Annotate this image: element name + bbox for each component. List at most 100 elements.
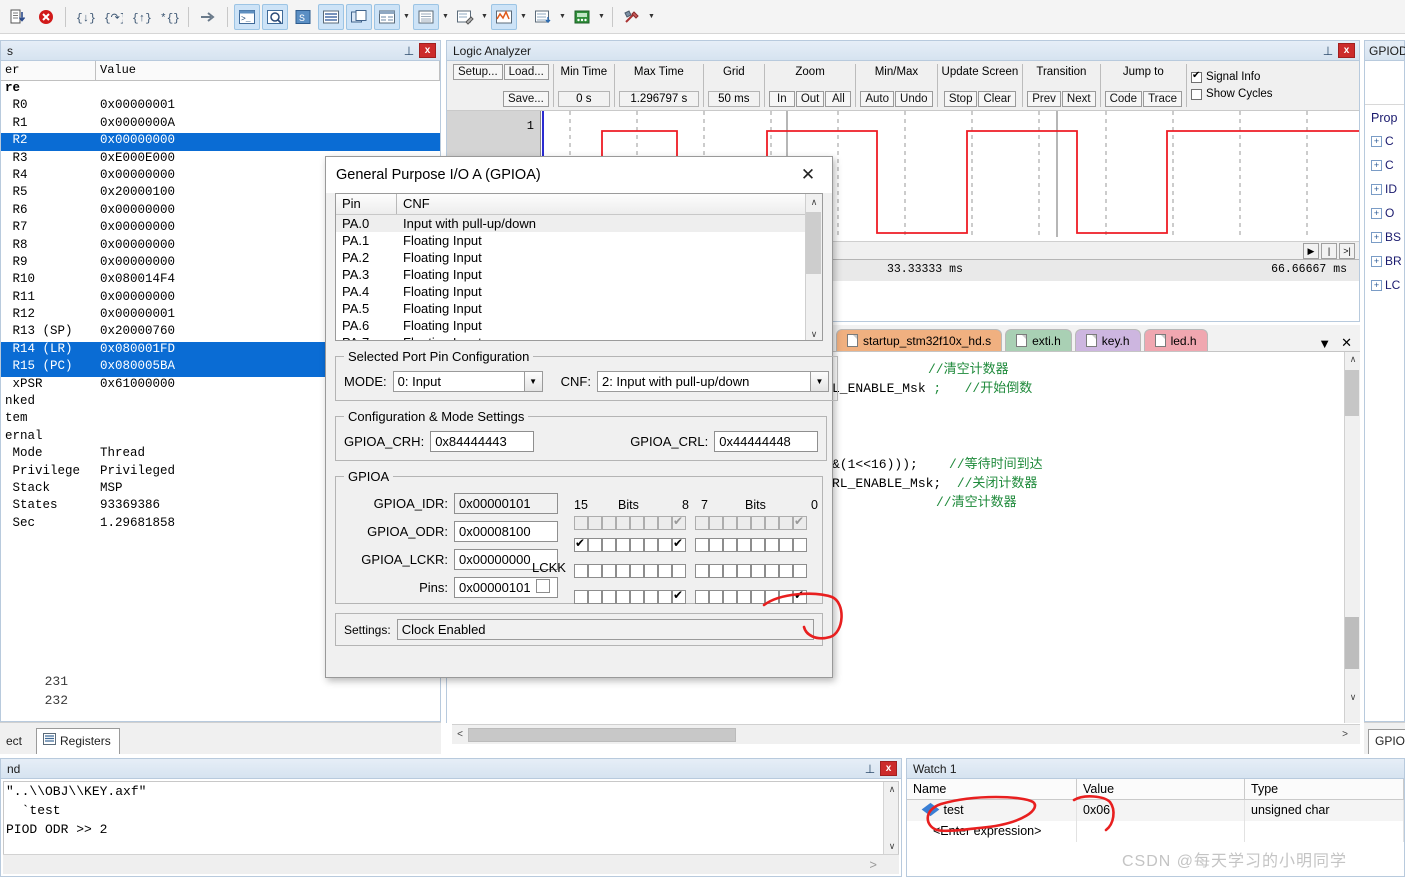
expand-plus-icon[interactable]: + (1371, 135, 1382, 147)
bit-checkbox[interactable] (574, 535, 588, 552)
trace-windows-dropdown-icon[interactable]: ▼ (557, 4, 568, 30)
transition-prev-button[interactable]: Prev (1027, 91, 1061, 107)
hscroll-thumb[interactable] (468, 727, 736, 742)
setup-button[interactable]: Setup... (453, 64, 503, 80)
minmax-undo-button[interactable]: Undo (895, 91, 933, 107)
analysis-windows-dropdown-icon[interactable]: ▼ (518, 4, 529, 30)
bit-checkbox[interactable] (737, 590, 751, 604)
bit-checkbox[interactable] (616, 590, 630, 604)
analysis-windows-icon[interactable] (491, 3, 517, 30)
scroll-up-icon[interactable]: ∧ (1345, 352, 1360, 368)
save-button[interactable]: Save... (503, 91, 549, 107)
transition-next-button[interactable]: Next (1061, 91, 1096, 107)
watch-row[interactable]: <Enter expression> (907, 821, 1404, 842)
vscroll-thumb[interactable] (1345, 370, 1359, 416)
scroll-up-icon[interactable]: ∧ (806, 194, 822, 210)
watch-name-cell[interactable]: <Enter expression> (907, 821, 1077, 842)
editor-vscrollbar[interactable]: ∧ ∨ (1344, 352, 1360, 723)
bit-checkbox[interactable] (672, 587, 686, 604)
bit-checkbox[interactable] (709, 564, 723, 578)
memory-windows-icon[interactable] (413, 3, 439, 30)
watch-value-cell[interactable]: 0x06 (1077, 800, 1245, 821)
zoom-in-button[interactable]: In (768, 91, 795, 107)
close-icon[interactable]: x (1338, 43, 1355, 58)
expand-plus-icon[interactable]: + (1371, 183, 1382, 195)
bit-checkbox[interactable] (658, 538, 672, 552)
scroll-up-icon[interactable]: ∧ (884, 782, 898, 798)
update-clear-button[interactable]: Clear (978, 91, 1016, 107)
scroll-down-icon[interactable]: ∨ (806, 326, 822, 340)
editor-tab[interactable]: led.h (1143, 329, 1208, 351)
gpiod-tree-item[interactable]: + C (1365, 153, 1404, 177)
zoom-out-button[interactable]: Out (795, 91, 825, 107)
bit-checkbox[interactable] (793, 587, 807, 604)
mode-select[interactable]: 0: Input ▼ (392, 371, 543, 392)
watch-windows-dropdown-icon[interactable]: ▼ (401, 4, 412, 30)
watch-row[interactable]: test 0x06 unsigned char (907, 800, 1404, 821)
reset-cpu-icon[interactable] (5, 4, 31, 30)
chevron-down-icon[interactable]: ▼ (809, 372, 828, 391)
listing-hscrollbar[interactable]: < (452, 724, 1330, 744)
zoom-all-button[interactable]: All (825, 91, 852, 107)
pin-row[interactable]: PA.3 Floating Input (336, 266, 822, 283)
system-viewer-dropdown-icon[interactable]: ▼ (596, 4, 607, 30)
bit-checkbox[interactable] (709, 590, 723, 604)
bit-checkbox[interactable] (695, 590, 709, 604)
register-row[interactable]: R1 0x0000000A (1, 116, 440, 133)
gpiod-tree-item[interactable]: + LC (1365, 273, 1404, 297)
close-icon[interactable]: x (880, 761, 897, 776)
pin-row[interactable]: PA.4 Floating Input (336, 283, 822, 300)
tab-project[interactable]: ect (0, 730, 30, 754)
bit-checkbox[interactable] (709, 538, 723, 552)
bit-checkbox[interactable] (723, 538, 737, 552)
bit-checkbox[interactable] (588, 590, 602, 604)
bit-checkbox[interactable] (695, 538, 709, 552)
pin-row[interactable]: PA.5 Floating Input (336, 300, 822, 317)
bit-checkbox[interactable] (737, 538, 751, 552)
bit-checkbox[interactable] (588, 538, 602, 552)
jump-to-trace-button[interactable]: Trace (1143, 91, 1183, 107)
load-button[interactable]: Load... (503, 64, 549, 80)
bit-checkbox[interactable] (765, 538, 779, 552)
pin-icon[interactable]: ⊥ (1320, 44, 1336, 58)
bit-checkbox[interactable] (630, 538, 644, 552)
gpiod-tree-item[interactable]: + O (1365, 201, 1404, 225)
editor-tab[interactable]: key.h (1074, 329, 1141, 351)
bit-checkbox[interactable] (737, 564, 751, 578)
gpiod-tree-item[interactable]: + BS (1365, 225, 1404, 249)
tab-list-dropdown-icon[interactable]: ▼ (1318, 336, 1331, 351)
scroll-left-icon[interactable]: < (452, 729, 468, 740)
watch-windows-icon[interactable] (374, 3, 400, 30)
bit-checkbox[interactable] (644, 564, 658, 578)
bit-checkbox[interactable] (602, 538, 616, 552)
bit-checkbox[interactable] (616, 538, 630, 552)
crh-field[interactable]: 0x84444443 (430, 431, 535, 452)
trace-windows-icon[interactable] (530, 4, 556, 30)
pin-list[interactable]: Pin CNF PA.0 Input with pull-up/down PA.1 F… (335, 193, 823, 341)
bit-checkbox[interactable] (658, 590, 672, 604)
bit-checkbox[interactable] (574, 590, 588, 604)
memory-windows-dropdown-icon[interactable]: ▼ (440, 4, 451, 30)
chevron-down-icon[interactable]: ▼ (523, 372, 542, 391)
expand-plus-icon[interactable]: + (1371, 255, 1382, 267)
expand-plus-icon[interactable]: + (1371, 231, 1382, 243)
editor-tab[interactable]: startup_stm32f10x_hd.s (836, 329, 1003, 351)
toolbox-icon[interactable] (619, 4, 645, 30)
serial-windows-dropdown-icon[interactable]: ▼ (479, 4, 490, 30)
close-icon[interactable]: x (419, 43, 436, 58)
editor-code-area[interactable]: //清空计数器 L_ENABLE_Msk ; //开始倒数 &(1<<16)));… (830, 351, 1360, 723)
scroll-right-icon[interactable]: > (1330, 724, 1360, 744)
odr-field[interactable]: 0x00008100 (454, 521, 558, 542)
pin-list-vscrollbar[interactable]: ∧ ∨ (805, 194, 822, 340)
scroll-down-icon[interactable]: ∨ (884, 839, 898, 855)
stop-debug-icon[interactable] (33, 4, 59, 30)
toolbox-dropdown-icon[interactable]: ▼ (646, 4, 657, 30)
gpiod-tree-item[interactable]: + BR (1365, 249, 1404, 273)
gpiod-tree-item[interactable]: + C (1365, 129, 1404, 153)
vscroll-thumb[interactable] (806, 212, 821, 274)
bit-checkbox[interactable] (588, 564, 602, 578)
bit-checkbox[interactable] (644, 590, 658, 604)
signal-info-checkbox[interactable]: Signal Info (1191, 70, 1272, 84)
disassembly-window-icon[interactable] (262, 3, 288, 30)
bit-checkbox[interactable] (751, 564, 765, 578)
